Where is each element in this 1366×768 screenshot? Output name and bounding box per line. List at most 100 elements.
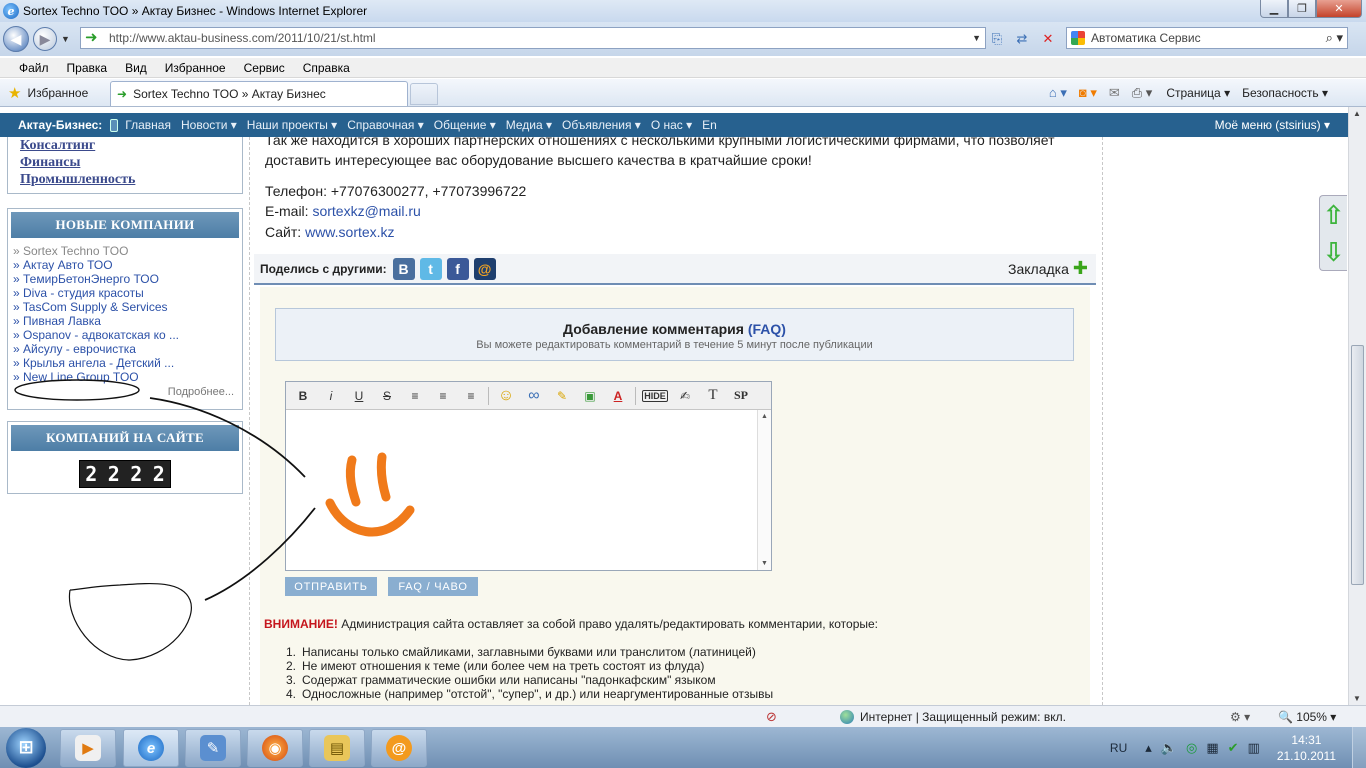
active-tab[interactable]: ➜ Sortex Techno TOO » Актау Бизнес: [110, 81, 408, 106]
typography-button[interactable]: T: [702, 386, 724, 406]
italic-button[interactable]: i: [320, 386, 342, 406]
vkontakte-icon[interactable]: В: [392, 257, 415, 280]
faq-link[interactable]: (FAQ): [748, 321, 786, 337]
site-brand[interactable]: Актау-Бизнес:: [18, 118, 102, 132]
favorites-button[interactable]: ★ Избранное: [8, 84, 88, 102]
search-icon[interactable]: ⌕ ▾: [1326, 30, 1343, 46]
more-companies-link[interactable]: Подробнее...: [8, 384, 242, 400]
history-dropdown-icon[interactable]: ▼: [61, 34, 70, 44]
scroll-top-arrow-icon[interactable]: ⇧: [1323, 202, 1345, 228]
maximize-button[interactable]: ❐: [1288, 0, 1316, 18]
company-link[interactable]: » Diva - студия красоты: [13, 286, 242, 300]
company-link[interactable]: » TasCom Supply & Services: [13, 300, 242, 314]
align-center-icon[interactable]: ≡: [432, 386, 454, 406]
url-dropdown-icon[interactable]: ▼: [972, 33, 981, 43]
refresh-icon[interactable]: ⇄: [1013, 30, 1031, 48]
language-indicator[interactable]: RU: [1110, 741, 1127, 755]
nav-news[interactable]: Новости ▾: [181, 118, 237, 132]
twitter-icon[interactable]: t: [419, 257, 442, 280]
email-link[interactable]: sortexkz@mail.ru: [312, 203, 420, 219]
feeds-icon[interactable]: ◙ ▾: [1079, 85, 1097, 101]
mail-icon[interactable]: ✉: [1109, 85, 1120, 101]
menu-tools[interactable]: Сервис: [244, 61, 285, 75]
start-button[interactable]: ⊞: [6, 727, 46, 768]
my-menu[interactable]: Моё меню (stsirius) ▾: [1215, 118, 1330, 132]
text-color-icon[interactable]: A: [607, 386, 629, 406]
align-left-icon[interactable]: ≡: [404, 386, 426, 406]
site-link[interactable]: www.sortex.kz: [305, 224, 394, 240]
zoom-level[interactable]: 🔍 105% ▾: [1278, 710, 1336, 724]
close-window-button[interactable]: ✕: [1316, 0, 1362, 18]
company-link[interactable]: » Айсулу - евpочистка: [13, 342, 242, 356]
hide-button[interactable]: HIDE: [642, 389, 668, 402]
nav-reference[interactable]: Справочная ▾: [347, 118, 424, 132]
new-tab-button[interactable]: [410, 83, 438, 105]
spoiler-button[interactable]: SP: [730, 386, 752, 406]
company-link[interactable]: » ТемирБетонЭнерго ТОО: [13, 272, 242, 286]
safety-menu[interactable]: Безопасность ▾: [1242, 86, 1328, 100]
clock[interactable]: 14:31 21.10.2011: [1277, 732, 1336, 764]
taskbar-explorer[interactable]: ▤: [309, 729, 365, 767]
print-icon[interactable]: ⎙ ▾: [1132, 85, 1153, 101]
page-menu[interactable]: Страница ▾: [1166, 86, 1230, 100]
smiley-icon[interactable]: ☺: [495, 386, 517, 406]
category-consulting[interactable]: Консалтинг: [20, 137, 230, 154]
taskbar-internet-explorer[interactable]: e: [123, 729, 179, 767]
url-text[interactable]: http://www.aktau-business.com/2011/10/21…: [109, 31, 376, 45]
scroll-down-icon[interactable]: ▼: [761, 560, 768, 567]
mobile-icon[interactable]: [110, 118, 119, 132]
submit-button[interactable]: ОТПРАВИТЬ: [285, 577, 377, 596]
tray-arrow-icon[interactable]: ▴: [1145, 740, 1152, 756]
page-scrollbar[interactable]: ▲ ▼: [1348, 107, 1366, 705]
facebook-icon[interactable]: f: [446, 257, 469, 280]
nav-projects[interactable]: Наши проекты ▾: [247, 118, 337, 132]
nav-community[interactable]: Общение ▾: [434, 118, 496, 132]
nav-english[interactable]: En: [702, 118, 717, 132]
nav-about[interactable]: О нас ▾: [651, 118, 692, 132]
company-link[interactable]: » Пивная Лавка: [13, 314, 242, 328]
comment-textarea[interactable]: [286, 410, 757, 570]
category-industry[interactable]: Промышленность: [20, 171, 230, 188]
faq-button[interactable]: FAQ / ЧАВО: [388, 577, 478, 596]
security-zone[interactable]: Интернет | Защищенный режим: вкл.: [840, 709, 1066, 724]
action-center-icon[interactable]: ▥: [1248, 740, 1260, 756]
taskbar-mail-agent[interactable]: @: [371, 729, 427, 767]
company-link[interactable]: » New Line Group TOO: [13, 370, 242, 384]
link-icon[interactable]: ∞: [523, 386, 545, 406]
taskbar-media-player[interactable]: ▶: [60, 729, 116, 767]
menu-file[interactable]: Файл: [19, 61, 49, 75]
strike-button[interactable]: S: [376, 386, 398, 406]
nav-media[interactable]: Медиа ▾: [506, 118, 552, 132]
image-icon[interactable]: ▣: [579, 386, 601, 406]
key-icon[interactable]: ✎: [551, 386, 573, 406]
nav-home[interactable]: Главная: [125, 118, 171, 132]
category-finance[interactable]: Финансы: [20, 154, 230, 171]
menu-edit[interactable]: Правка: [67, 61, 108, 75]
compatibility-view-icon[interactable]: ⎘: [988, 30, 1006, 48]
volume-icon[interactable]: 🔈: [1161, 740, 1177, 756]
scroll-up-icon[interactable]: ▲: [761, 413, 768, 420]
icq-icon[interactable]: ◎: [1186, 740, 1197, 756]
company-link[interactable]: » Актау Авто ТОО: [13, 258, 242, 272]
editor-scrollbar[interactable]: ▲ ▼: [757, 410, 771, 570]
minimize-button[interactable]: ▁: [1260, 0, 1288, 18]
company-link[interactable]: » Sortex Techno TOO: [13, 244, 242, 258]
menu-favorites[interactable]: Избранное: [165, 61, 226, 75]
network-icon[interactable]: ▦: [1206, 740, 1218, 756]
stop-icon[interactable]: ✕: [1039, 30, 1057, 48]
edit-icon[interactable]: ✍: [674, 386, 696, 406]
security-check-icon[interactable]: ✔: [1228, 740, 1239, 756]
align-right-icon[interactable]: ≡: [460, 386, 482, 406]
protected-mode-icon[interactable]: ⚙ ▾: [1230, 710, 1250, 724]
back-button[interactable]: ◀: [3, 26, 29, 52]
taskbar-paint[interactable]: ✎: [185, 729, 241, 767]
home-icon[interactable]: ⌂ ▾: [1049, 85, 1067, 101]
bold-button[interactable]: B: [292, 386, 314, 406]
popup-blocker-icon[interactable]: ⊘: [766, 709, 777, 725]
scroll-bottom-arrow-icon[interactable]: ⇩: [1323, 239, 1345, 265]
scrollbar-up-icon[interactable]: ▲: [1353, 109, 1361, 118]
scrollbar-thumb[interactable]: [1351, 345, 1364, 585]
scrollbar-down-icon[interactable]: ▼: [1353, 694, 1361, 703]
show-desktop-button[interactable]: [1352, 727, 1366, 768]
menu-view[interactable]: Вид: [125, 61, 147, 75]
